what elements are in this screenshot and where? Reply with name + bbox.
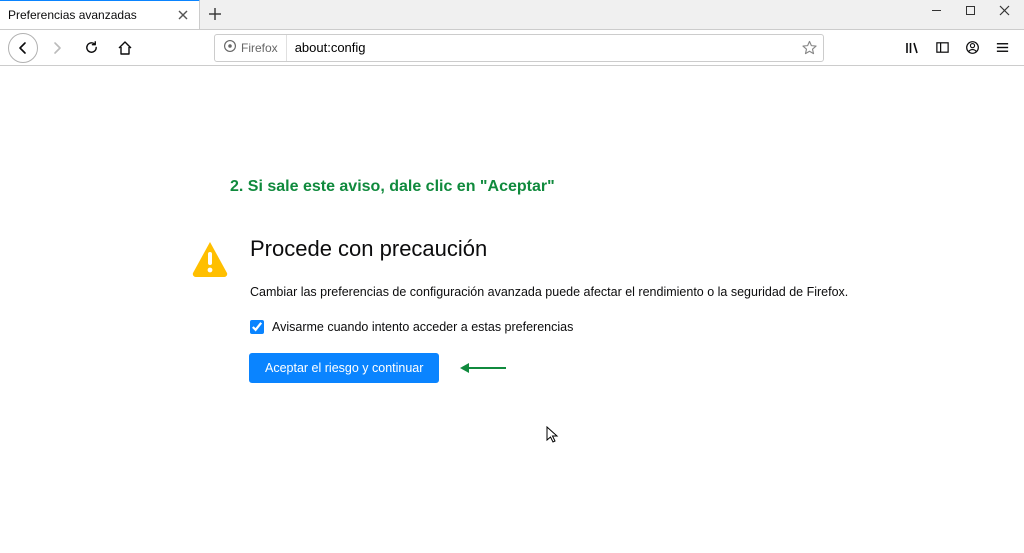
menu-button[interactable] (988, 33, 1016, 63)
tab-title: Preferencias avanzadas (8, 8, 175, 22)
tab-strip: Preferencias avanzadas (0, 0, 1024, 30)
back-button[interactable] (8, 33, 38, 63)
warning-panel: Procede con precaución Cambiar las prefe… (190, 236, 848, 382)
browser-tab[interactable]: Preferencias avanzadas (0, 0, 200, 29)
warning-icon (190, 236, 232, 282)
window-minimize-button[interactable] (930, 4, 942, 16)
library-button[interactable] (898, 33, 926, 63)
bookmark-star-icon[interactable] (795, 40, 823, 55)
annotation-instruction: 2. Si sale este aviso, dale clic en "Ace… (230, 178, 555, 196)
close-tab-button[interactable] (175, 7, 191, 23)
warn-checkbox[interactable] (250, 320, 264, 334)
mouse-cursor-icon (546, 426, 560, 447)
warning-text: Cambiar las preferencias de configuració… (250, 284, 848, 302)
window-close-button[interactable] (998, 4, 1010, 16)
warning-title: Procede con precaución (250, 236, 848, 262)
accept-risk-button[interactable]: Aceptar el riesgo y continuar (250, 354, 438, 382)
warn-checkbox-row[interactable]: Avisarme cuando intento acceder a estas … (250, 320, 848, 334)
window-maximize-button[interactable] (964, 4, 976, 16)
firefox-icon (223, 39, 237, 56)
url-identity-label: Firefox (241, 41, 278, 55)
warn-checkbox-label: Avisarme cuando intento acceder a estas … (272, 320, 573, 334)
url-identity-box[interactable]: Firefox (215, 35, 287, 61)
url-input[interactable] (287, 40, 795, 55)
forward-button[interactable] (42, 33, 72, 63)
url-bar[interactable]: Firefox (214, 34, 824, 62)
navigation-toolbar: Firefox (0, 30, 1024, 66)
reload-button[interactable] (76, 33, 106, 63)
sidebar-button[interactable] (928, 33, 956, 63)
page-content: 2. Si sale este aviso, dale clic en "Ace… (0, 66, 1024, 553)
home-button[interactable] (110, 33, 140, 63)
new-tab-button[interactable] (200, 0, 230, 29)
annotation-arrow-icon (458, 360, 508, 376)
account-button[interactable] (958, 33, 986, 63)
